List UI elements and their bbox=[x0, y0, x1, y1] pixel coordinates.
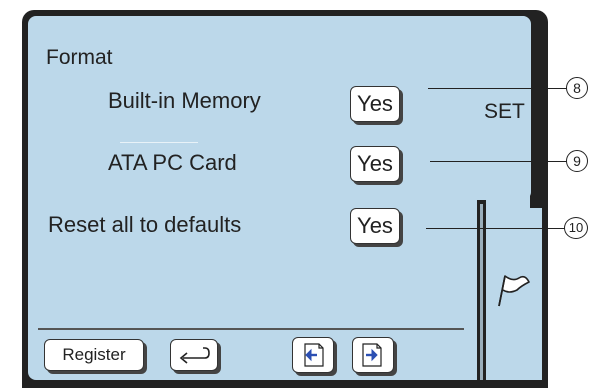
faint-divider bbox=[120, 142, 198, 143]
page-next-icon bbox=[362, 343, 382, 367]
side-separator-inner bbox=[480, 204, 483, 380]
callout-10: 10 bbox=[564, 217, 588, 239]
register-button[interactable]: Register bbox=[44, 339, 144, 371]
callout-9: 9 bbox=[566, 150, 588, 172]
callout-line-10 bbox=[426, 228, 566, 229]
flag-icon[interactable] bbox=[495, 272, 531, 308]
reset-all-yes-button[interactable]: Yes bbox=[350, 208, 400, 244]
built-in-memory-yes-button[interactable]: Yes bbox=[350, 86, 400, 122]
format-screen: Format Built-in Memory Yes 8 ATA PC Card… bbox=[0, 0, 596, 388]
callout-line-8 bbox=[428, 88, 568, 89]
callout-line-9 bbox=[430, 161, 568, 162]
return-arrow-icon bbox=[179, 347, 210, 364]
footer-divider bbox=[38, 328, 464, 330]
main-panel bbox=[28, 16, 530, 380]
ata-pc-card-yes-button[interactable]: Yes bbox=[350, 146, 400, 182]
set-label: SET bbox=[484, 100, 525, 123]
return-button[interactable] bbox=[170, 339, 218, 371]
reset-all-label: Reset all to defaults bbox=[48, 212, 242, 237]
format-heading: Format bbox=[46, 46, 113, 69]
page-prev-icon bbox=[304, 343, 324, 367]
prev-page-button[interactable] bbox=[292, 337, 334, 373]
next-page-button[interactable] bbox=[352, 337, 394, 373]
built-in-memory-label: Built-in Memory bbox=[108, 88, 261, 113]
ata-pc-card-label: ATA PC Card bbox=[108, 150, 237, 175]
callout-8: 8 bbox=[566, 77, 588, 99]
